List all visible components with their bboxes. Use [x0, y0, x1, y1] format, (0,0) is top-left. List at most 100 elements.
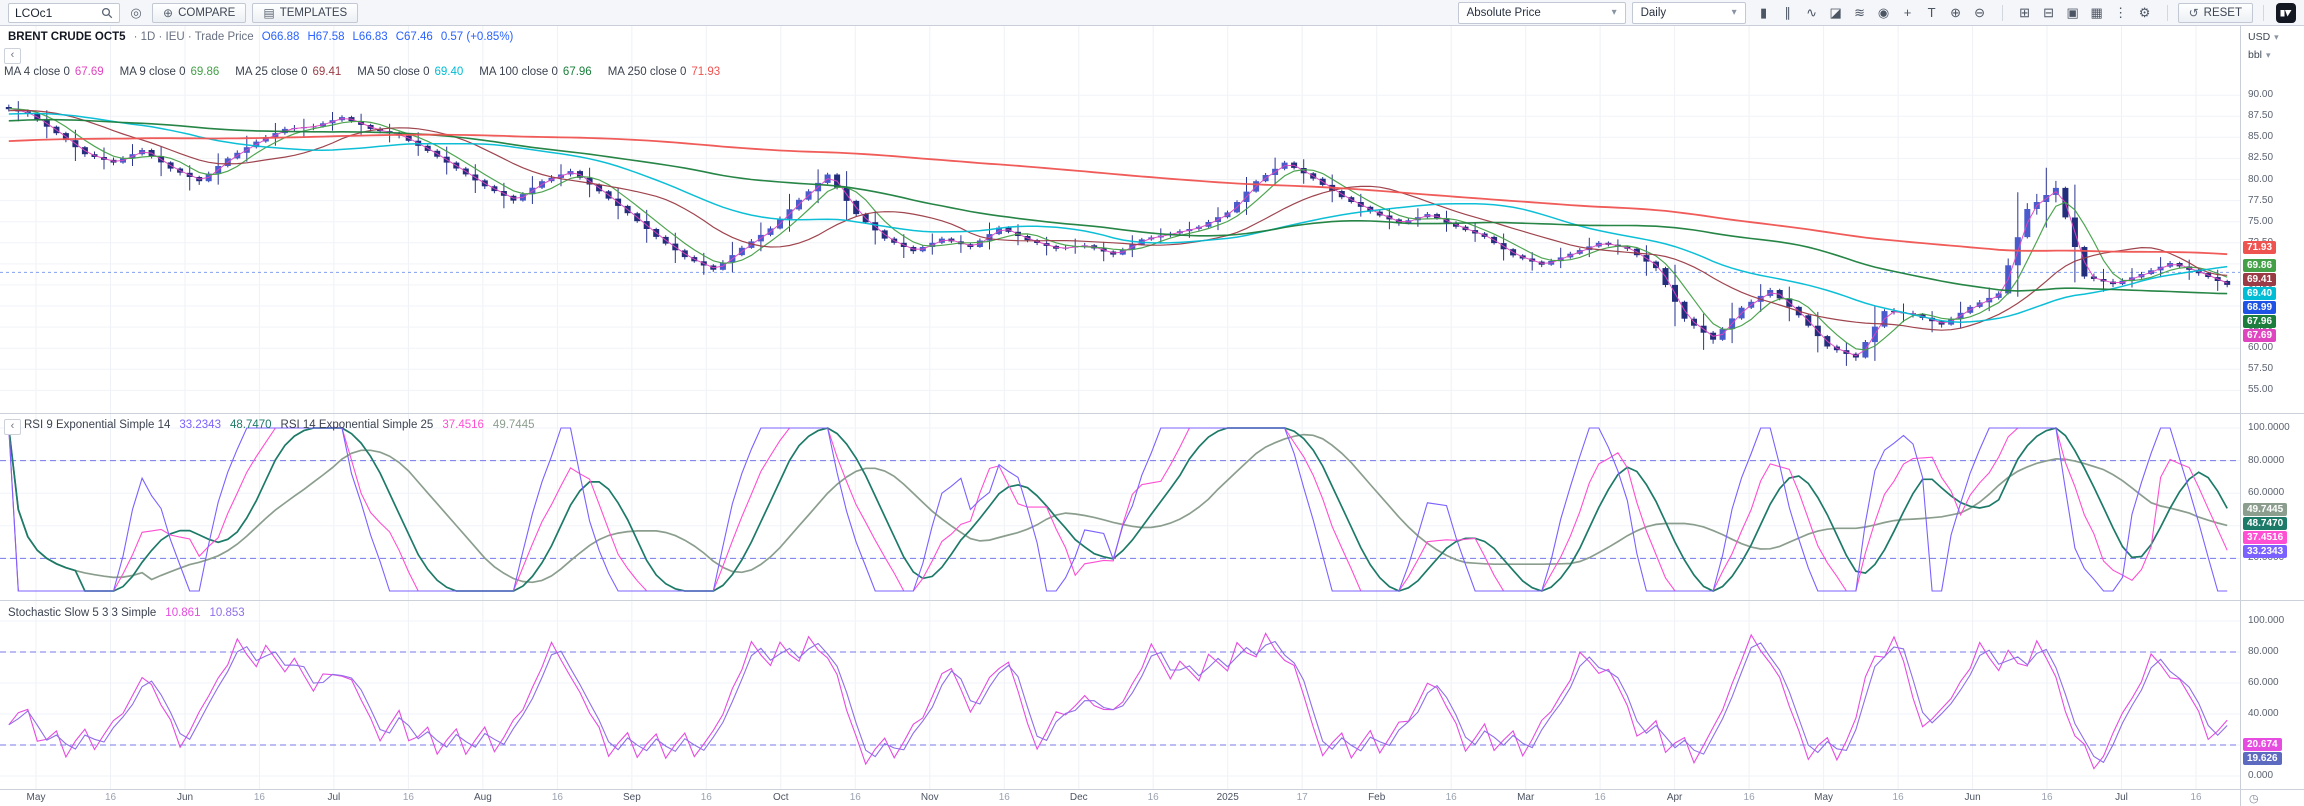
pane-divider[interactable]: [0, 413, 2304, 414]
time-axis-label: Jun: [1965, 792, 1981, 803]
stochastic-legend: Stochastic Slow 5 3 3 Simple 10.861 10.853: [8, 607, 245, 619]
bar-chart-icon[interactable]: ∥: [1776, 3, 1800, 23]
clock-icon[interactable]: ◷: [2249, 792, 2259, 805]
compare-button[interactable]: ⊕ COMPARE: [152, 3, 246, 23]
time-axis-label: 16: [2190, 792, 2201, 803]
more-options-icon[interactable]: ⋮: [2109, 3, 2133, 23]
layout-icon[interactable]: ▦: [2085, 3, 2109, 23]
time-axis-label: Feb: [1368, 792, 1385, 803]
chevron-down-icon: ▾: [1612, 7, 1617, 18]
ma-value: 67.69: [75, 66, 104, 78]
area-chart-icon[interactable]: ◪: [1824, 3, 1848, 23]
axis-price-tag: 68.99: [2243, 301, 2276, 314]
axis-tick-label: 75.00: [2248, 216, 2273, 227]
legend-item: C67.46: [396, 31, 433, 43]
time-axis-label: Mar: [1517, 792, 1534, 803]
stochastic-pane[interactable]: Stochastic Slow 5 3 3 Simple 10.861 10.853: [0, 601, 2240, 790]
ma-value: 69.40: [435, 66, 464, 78]
settings-icon[interactable]: ⚙: [2133, 3, 2157, 23]
ma-value: 71.93: [691, 66, 720, 78]
add-pane-icon[interactable]: ⊟: [2037, 3, 2061, 23]
axis-tick-label: 100.0000: [2248, 422, 2290, 433]
legend-item: 37.4516: [442, 419, 484, 431]
collapse-rsi-pane-button[interactable]: ‹: [4, 419, 21, 435]
axis-tick-label: 55.00: [2248, 384, 2273, 395]
price-axis-column[interactable]: USD ▾ bbl ▾ ◷ 90.0087.5085.0082.5080.007…: [2240, 26, 2304, 806]
ma-legend-item: MA 250 close 0 71.93: [608, 66, 720, 78]
rsi-chart-canvas[interactable]: [0, 414, 2240, 601]
symbol-input[interactable]: LCOc1: [15, 6, 52, 20]
time-axis-label: May: [27, 792, 46, 803]
pane-divider[interactable]: [0, 600, 2304, 601]
time-axis-label: 17: [1297, 792, 1308, 803]
legend-item: 10.853: [209, 607, 244, 619]
time-axis-label: Sep: [623, 792, 641, 803]
search-icon[interactable]: [101, 7, 113, 19]
legend-item: 10.861: [165, 607, 200, 619]
time-axis-label: 16: [850, 792, 861, 803]
toolbar-divider: [2167, 5, 2168, 21]
legend-item: H67.58: [307, 31, 344, 43]
symbol-lookup-icon[interactable]: ◎: [126, 3, 146, 23]
chevron-down-icon: ▾: [2266, 50, 2271, 61]
ma-label: MA 25 close 0: [235, 66, 307, 78]
axis-tick-label: 0.000: [2248, 770, 2273, 781]
templates-button[interactable]: ▤ TEMPLATES: [252, 3, 358, 23]
time-axis-label: 16: [552, 792, 563, 803]
time-axis-label: Jul: [327, 792, 340, 803]
ma-label: MA 250 close 0: [608, 66, 687, 78]
price-mode-select[interactable]: Absolute Price ▾: [1458, 2, 1626, 24]
axis-price-tag: 33.2343: [2243, 545, 2287, 558]
symbol-search-box[interactable]: LCOc1: [8, 3, 120, 23]
chart-tools-icon-group: ▮∥∿◪≋◉+T⊕⊖: [1752, 3, 1992, 23]
ma-label: MA 50 close 0: [357, 66, 429, 78]
time-axis-label: 16: [105, 792, 116, 803]
ma-value: 69.86: [190, 66, 219, 78]
price-chart-canvas[interactable]: [0, 26, 2240, 414]
collapse-price-pane-button[interactable]: ‹: [4, 48, 21, 64]
time-axis[interactable]: May16Jun16Jul16Aug16Sep16Oct16Nov16Dec16…: [0, 790, 2240, 806]
zoom-out-icon[interactable]: ⊖: [1968, 3, 1992, 23]
price-mode-value: Absolute Price: [1467, 7, 1541, 19]
interval-value: Daily: [1641, 7, 1667, 19]
tradingview-logo[interactable]: [2276, 3, 2296, 23]
candlestick-chart-icon[interactable]: ▮: [1752, 3, 1776, 23]
interval-select[interactable]: Daily ▾: [1632, 2, 1746, 24]
price-pane[interactable]: BRENT CRUDE OCT5 · 1D · IEU · Trade Price…: [0, 26, 2240, 414]
axis-tick-label: 60.0000: [2248, 487, 2284, 498]
axis-tick-label: 57.50: [2248, 363, 2273, 374]
crosshair-icon[interactable]: +: [1896, 3, 1920, 23]
templates-icon: ▤: [263, 6, 274, 20]
legend-item: 49.7445: [493, 419, 535, 431]
chevron-down-icon: ▾: [2274, 32, 2279, 43]
currency-select[interactable]: USD ▾: [2248, 31, 2279, 43]
instrument-legend: BRENT CRUDE OCT5 · 1D · IEU · Trade Price…: [8, 31, 513, 43]
stochastic-chart-canvas[interactable]: [0, 601, 2240, 790]
currency-value: USD: [2248, 31, 2270, 43]
rsi-pane[interactable]: ‹ RSI 9 Exponential Simple 1433.234348.7…: [0, 414, 2240, 601]
events-icon[interactable]: ◉: [1872, 3, 1896, 23]
line-chart-icon[interactable]: ∿: [1800, 3, 1824, 23]
data-table-icon[interactable]: ⊞: [2013, 3, 2037, 23]
legend-item: Stochastic Slow 5 3 3 Simple: [8, 607, 156, 619]
axis-tick-label: 80.00: [2248, 174, 2273, 185]
axis-tick-label: 100.000: [2248, 615, 2284, 626]
unit-select[interactable]: bbl ▾: [2248, 49, 2271, 61]
axis-tick-label: 80.000: [2248, 646, 2279, 657]
zoom-in-icon[interactable]: ⊕: [1944, 3, 1968, 23]
axis-price-tag: 37.4516: [2243, 531, 2287, 544]
legend-item: · 1D · IEU · Trade Price: [134, 31, 254, 43]
overlay-icon[interactable]: ≋: [1848, 3, 1872, 23]
text-tool-icon[interactable]: T: [1920, 3, 1944, 23]
ma-value: 67.96: [563, 66, 592, 78]
chevron-down-icon: ▾: [1732, 7, 1737, 18]
reset-button[interactable]: ↺ RESET: [2178, 3, 2253, 23]
legend-item: BRENT CRUDE OCT5: [8, 31, 126, 43]
axis-price-tag: 20.674: [2243, 738, 2282, 751]
time-axis-label: 16: [701, 792, 712, 803]
axis-tick-label: 82.50: [2248, 152, 2273, 163]
time-axis-label: 16: [999, 792, 1010, 803]
legend-item: RSI 14 Exponential Simple 25: [281, 419, 434, 431]
snapshot-icon[interactable]: ▣: [2061, 3, 2085, 23]
time-axis-label: 16: [403, 792, 414, 803]
